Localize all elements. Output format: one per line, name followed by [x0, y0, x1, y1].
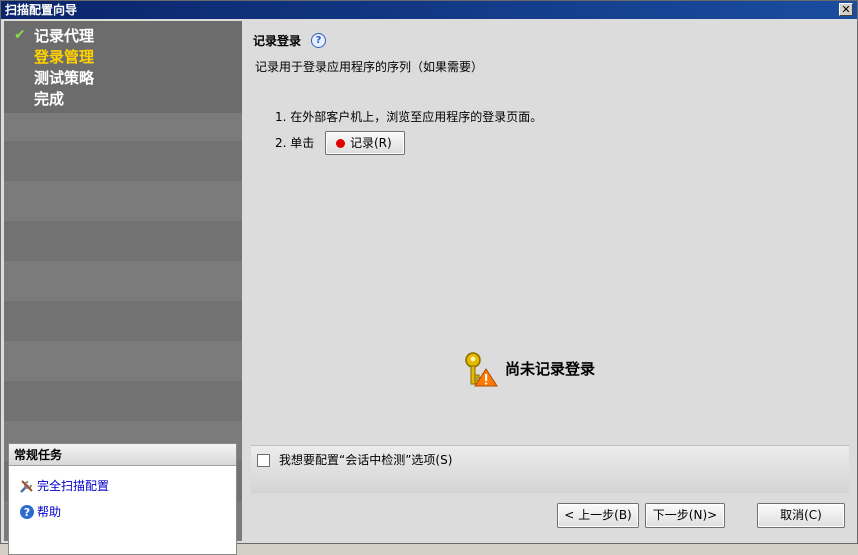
step-login-management[interactable]: 登录管理 — [34, 47, 94, 67]
record-icon — [336, 139, 345, 148]
record-button-label: 记录(R) — [350, 136, 392, 150]
checkmark-icon: ✔ — [14, 27, 26, 43]
login-status: 尚未记录登录 — [463, 351, 663, 391]
in-session-detection-checkbox[interactable] — [257, 454, 270, 467]
instruction-step-2: 2. 单击 — [275, 136, 315, 150]
svg-text:?: ? — [24, 506, 30, 519]
wizard-steps: ✔ 记录代理 登录管理 测试策略 完成 — [4, 21, 242, 113]
common-tasks-panel: 常规任务 完全扫描配置 ? 帮助 — [8, 443, 237, 555]
wizard-window: 扫描配置向导 ✕ ✔ 记录代理 登录管理 测试策略 完成 常规任务 完全扫描配置… — [0, 0, 858, 555]
step-finish[interactable]: 完成 — [34, 89, 64, 109]
step-test-policy[interactable]: 测试策略 — [34, 68, 94, 88]
close-icon: ✕ — [841, 3, 851, 16]
record-button[interactable]: 记录(R) — [325, 131, 405, 155]
close-button[interactable]: ✕ — [839, 3, 853, 16]
instruction-step-1: 1. 在外部客户机上，浏览至应用程序的登录页面。 — [275, 110, 543, 124]
step-record-proxy[interactable]: 记录代理 — [34, 26, 94, 46]
full-scan-config-link[interactable]: 完全扫描配置 — [37, 478, 109, 494]
cancel-button[interactable]: 取消(C) — [757, 503, 845, 528]
back-button[interactable]: < 上一步(B) — [557, 503, 639, 528]
page-title: 记录登录 — [253, 34, 302, 48]
in-session-detection-label[interactable]: 我想要配置“会话中检测”选项(S) — [279, 452, 452, 468]
tasks-header: 常规任务 — [9, 444, 236, 466]
help-icon[interactable]: ? — [311, 33, 326, 48]
sidebar: ✔ 记录代理 登录管理 测试策略 完成 常规任务 完全扫描配置 ? 帮助 — [4, 21, 242, 555]
option-panel: 我想要配置“会话中检测”选项(S) — [251, 445, 849, 493]
title-bar: 扫描配置向导 ✕ — [1, 1, 857, 19]
help-icon: ? — [20, 505, 34, 519]
page-description: 记录用于登录应用程序的序列（如果需要） — [255, 60, 484, 74]
key-warning-icon — [465, 352, 498, 387]
main-panel: 记录登录 ? 记录用于登录应用程序的序列（如果需要） 1. 在外部客户机上，浏览… — [243, 21, 857, 541]
help-link[interactable]: 帮助 — [37, 504, 61, 520]
next-button[interactable]: 下一步(N)> — [645, 503, 725, 528]
window-title: 扫描配置向导 — [5, 3, 78, 17]
tools-icon — [20, 480, 33, 493]
status-message: 尚未记录登录 — [505, 360, 596, 378]
